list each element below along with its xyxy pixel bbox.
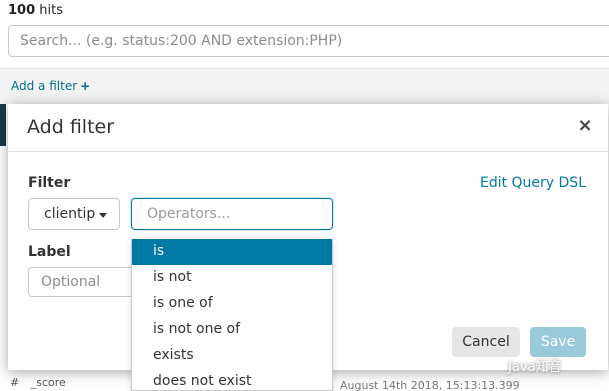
modal-header: Add filter × xyxy=(8,104,608,152)
table-column-header: # _score xyxy=(10,376,66,389)
table-row-date: August 14th 2018, 15:13:13.399 xyxy=(340,379,520,391)
hits-label: hits xyxy=(39,3,64,18)
add-filter-label: Add a filter xyxy=(11,79,78,93)
sidebar-edge xyxy=(0,104,6,146)
search-input[interactable]: Search... (e.g. status:200 AND extension… xyxy=(8,25,609,57)
operator-option-exists[interactable]: exists xyxy=(132,343,332,369)
operator-option-does-not-exist[interactable]: does not exist xyxy=(132,369,332,390)
search-placeholder: Search... (e.g. status:200 AND extension… xyxy=(20,33,343,49)
save-button[interactable]: Save xyxy=(530,327,586,357)
edit-query-dsl-link[interactable]: Edit Query DSL xyxy=(480,175,586,191)
modal-title: Add filter xyxy=(27,116,115,138)
label-input[interactable]: Optional xyxy=(28,267,138,297)
operator-option-is[interactable]: is xyxy=(132,239,332,265)
operator-option-is-not-one-of[interactable]: is not one of xyxy=(132,317,332,343)
watermark: Java知音 xyxy=(508,360,562,375)
add-filter-link[interactable]: Add a filter + xyxy=(11,79,90,93)
operator-input[interactable]: Operators... xyxy=(131,198,333,230)
operator-placeholder: Operators... xyxy=(147,206,231,222)
label-heading: Label xyxy=(28,244,71,260)
plus-icon: + xyxy=(80,79,91,93)
field-select-value: clientip xyxy=(44,206,96,222)
label-placeholder: Optional xyxy=(41,274,101,290)
hits-number: 100 xyxy=(8,3,36,18)
field-select[interactable]: clientip xyxy=(28,198,120,230)
operator-option-is-not[interactable]: is not xyxy=(132,265,332,291)
cancel-button[interactable]: Cancel xyxy=(452,327,520,357)
hash-icon: # xyxy=(10,376,20,389)
operators-dropdown: is is not is one of is not one of exists… xyxy=(131,239,333,391)
operator-option-is-one-of[interactable]: is one of xyxy=(132,291,332,317)
filter-label: Filter xyxy=(28,175,71,191)
chevron-down-icon xyxy=(99,213,107,218)
filter-bar: Add a filter + xyxy=(0,68,609,104)
hits-count: 100 hits xyxy=(8,3,63,18)
score-column-label[interactable]: _score xyxy=(31,376,66,389)
close-icon[interactable]: × xyxy=(577,117,593,135)
